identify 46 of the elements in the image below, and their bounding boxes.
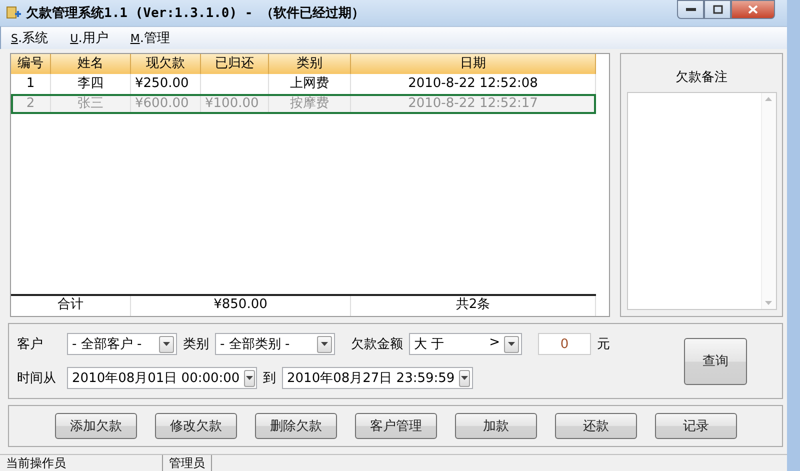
- status-text: 当前操作员: [0, 455, 163, 471]
- action-button[interactable]: 客户管理: [355, 413, 437, 439]
- table-cell: 按摩费: [269, 94, 351, 114]
- table-cell: ¥100.00: [201, 94, 269, 114]
- action-button[interactable]: 添加欠款: [55, 413, 137, 439]
- column-header[interactable]: 现欠款: [131, 54, 201, 74]
- menu-item[interactable]: U.用户: [70, 29, 108, 47]
- menu-item[interactable]: S.系统: [11, 29, 48, 47]
- summary-cell: ¥850.00: [131, 296, 351, 316]
- table-cell: 2: [11, 94, 51, 114]
- amount-input[interactable]: 0: [538, 333, 591, 355]
- dropdown[interactable]: 2010年08月27日 23:59:59: [282, 367, 473, 389]
- field-label: 元: [597, 336, 610, 353]
- table-cell: 张三: [51, 94, 131, 114]
- minimize-icon[interactable]: [677, 0, 704, 19]
- column-header[interactable]: 已归还: [201, 54, 269, 74]
- column-header[interactable]: 姓名: [51, 54, 131, 74]
- status-text: 管理员: [163, 455, 212, 471]
- field-label: 欠款金额: [351, 336, 403, 353]
- column-header[interactable]: 类别: [269, 54, 351, 74]
- dropdown[interactable]: - 全部类别 -: [215, 333, 335, 355]
- action-button[interactable]: 记录: [655, 413, 737, 439]
- column-header[interactable]: 编号: [11, 54, 51, 74]
- close-icon[interactable]: [731, 0, 775, 19]
- app-icon: [6, 5, 22, 21]
- field-label: 类别: [183, 336, 209, 353]
- field-label: 到: [263, 370, 276, 387]
- panel-title: 欠款备注: [676, 69, 728, 86]
- summary-cell: 合计: [11, 296, 131, 316]
- action-button[interactable]: 删除欠款: [255, 413, 337, 439]
- menu-item[interactable]: M.管理: [130, 29, 170, 47]
- action-button[interactable]: 修改欠款: [155, 413, 237, 439]
- summary-cell: 共2条: [351, 296, 596, 316]
- action-button[interactable]: 还款: [555, 413, 637, 439]
- column-header[interactable]: 日期: [351, 54, 596, 74]
- dropdown[interactable]: 大 于 >: [409, 333, 522, 355]
- field-label: 时间从: [17, 370, 57, 387]
- field-label: 客户: [17, 336, 44, 353]
- query-button[interactable]: 查询: [684, 338, 747, 384]
- table-cell: 2010-8-22 12:52:17: [351, 94, 596, 114]
- maximize-icon[interactable]: [704, 0, 731, 19]
- table-cell: ¥600.00: [131, 94, 201, 114]
- action-button[interactable]: 加款: [455, 413, 537, 439]
- window-title: 欠款管理系统1.1 (Ver:1.3.1.0) - （软件已经过期）: [26, 4, 365, 22]
- dropdown[interactable]: - 全部客户 -: [67, 333, 177, 355]
- dropdown[interactable]: 2010年08月01日 00:00:00: [67, 367, 257, 389]
